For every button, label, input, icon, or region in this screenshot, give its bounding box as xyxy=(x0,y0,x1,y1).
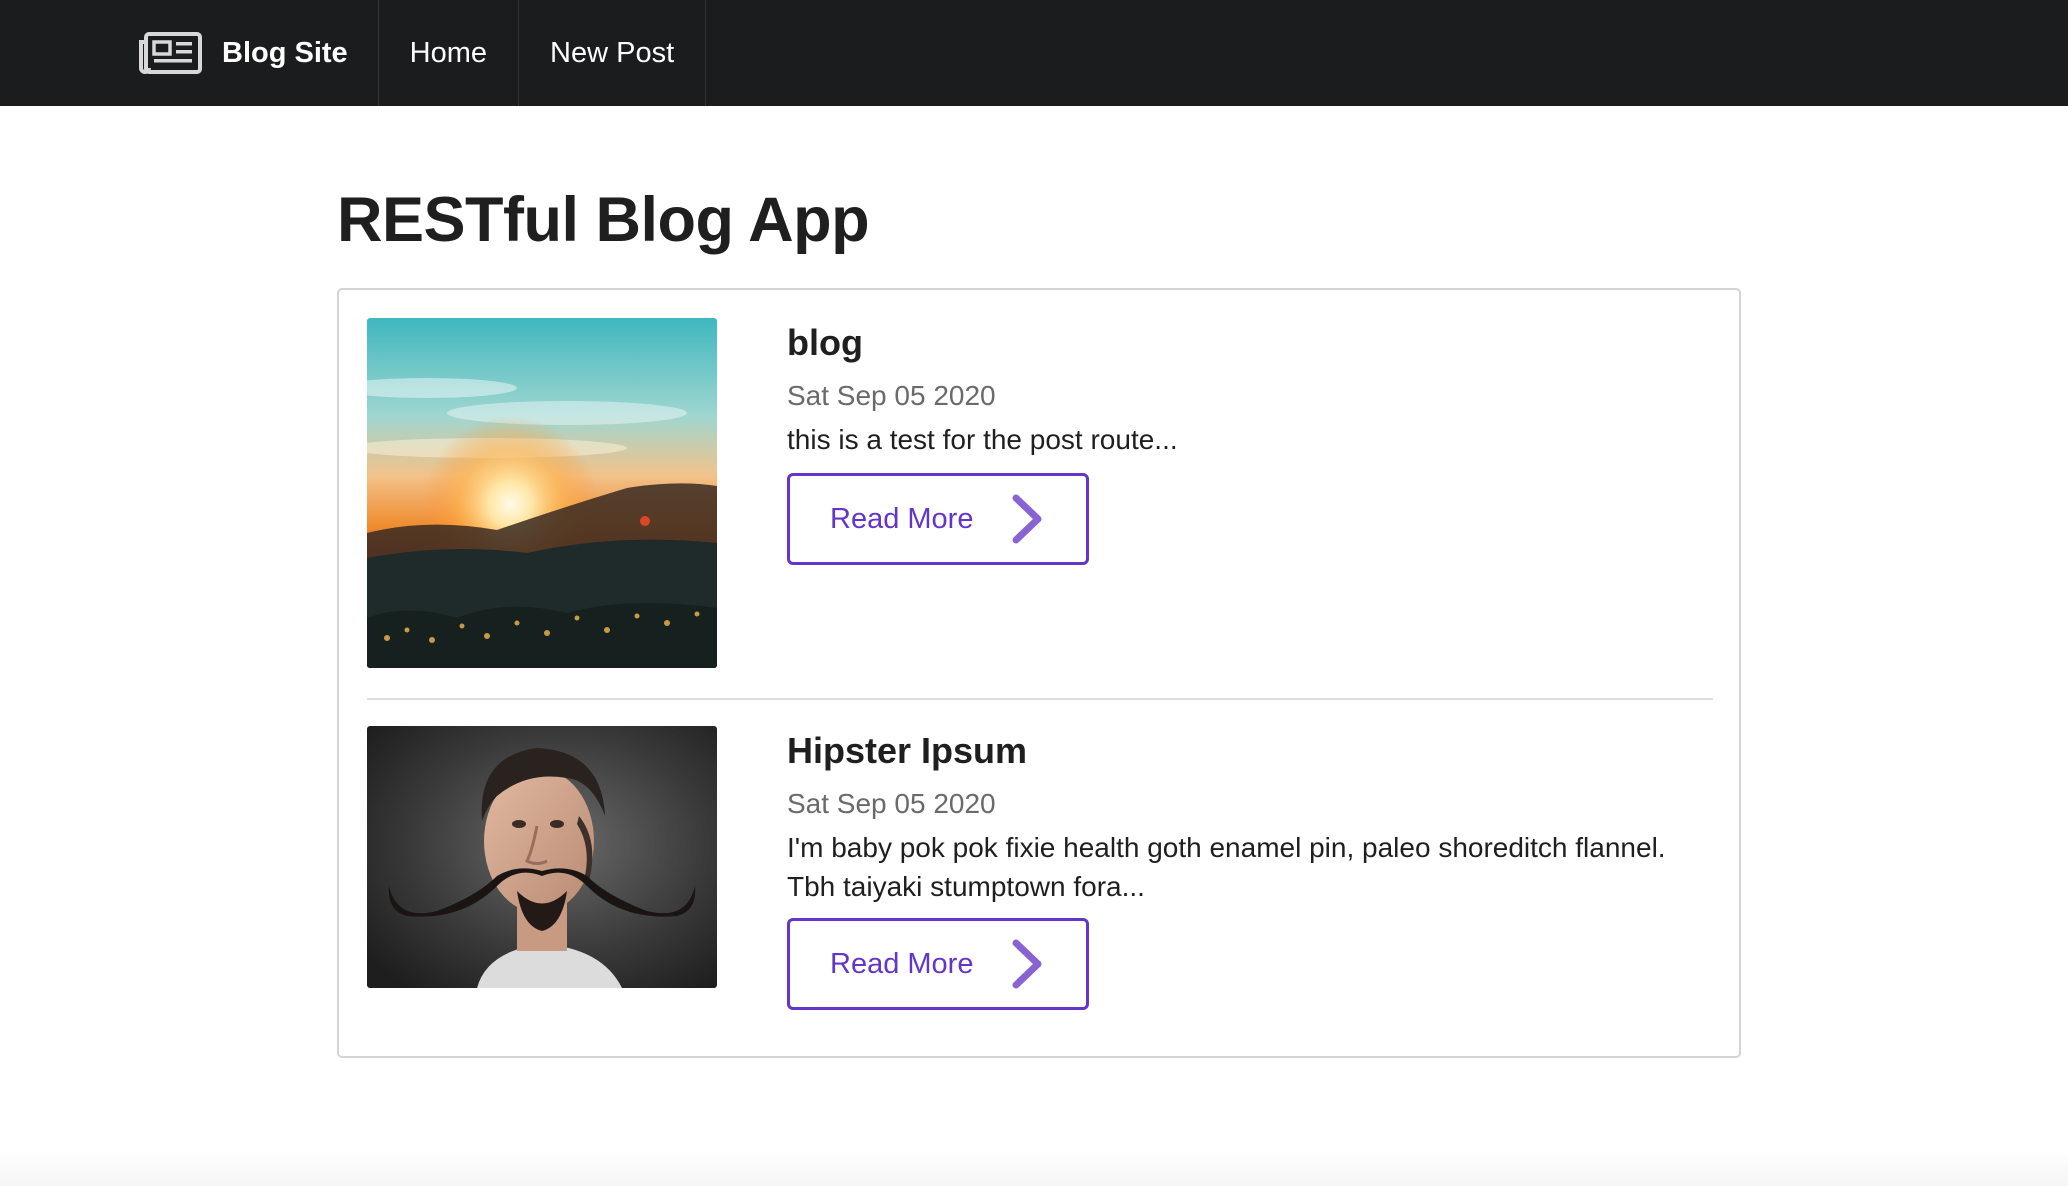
post-date: Sat Sep 05 2020 xyxy=(787,380,996,411)
chevron-right-icon xyxy=(1012,494,1042,544)
post-divider xyxy=(367,698,1713,700)
nav-new-post-link[interactable]: New Post xyxy=(519,0,707,106)
posts-list: blog Sat Sep 05 2020 this is a test for … xyxy=(337,288,1741,1058)
nav-brand[interactable]: Blog Site xyxy=(0,0,379,106)
newspaper-icon xyxy=(139,32,202,74)
page-title: RESTful Blog App xyxy=(337,185,870,255)
post-content: blog Sat Sep 05 2020 this is a test for … xyxy=(787,318,1713,565)
post-item: blog Sat Sep 05 2020 this is a test for … xyxy=(367,318,1713,698)
page-footer-shadow xyxy=(0,1150,2068,1186)
post-date: Sat Sep 05 2020 xyxy=(787,788,996,819)
post-title[interactable]: blog xyxy=(787,318,1713,368)
top-nav: Blog Site Home New Post xyxy=(0,0,2068,106)
sunset-mountains-photo xyxy=(367,318,717,668)
mustache-man-photo xyxy=(367,726,717,988)
post-excerpt: this is a test for the post route... xyxy=(787,424,1178,455)
post-item: Hipster Ipsum Sat Sep 05 2020 I'm baby p… xyxy=(367,726,1713,1036)
read-more-label: Read More xyxy=(830,502,974,535)
post-excerpt: I'm baby pok pok fixie health goth ename… xyxy=(787,832,1666,902)
main-container: RESTful Blog App blog Sat Sep 05 2020 th… xyxy=(337,180,1741,1058)
post-title[interactable]: Hipster Ipsum xyxy=(787,726,1713,776)
read-more-button[interactable]: Read More xyxy=(787,918,1089,1010)
read-more-label: Read More xyxy=(830,947,974,980)
chevron-right-icon xyxy=(1012,939,1042,989)
read-more-button[interactable]: Read More xyxy=(787,473,1089,565)
nav-home-link[interactable]: Home xyxy=(379,0,520,106)
post-image-sunset[interactable] xyxy=(367,318,717,668)
nav-brand-label: Blog Site xyxy=(222,36,348,69)
post-image-mustache[interactable] xyxy=(367,726,717,988)
post-content: Hipster Ipsum Sat Sep 05 2020 I'm baby p… xyxy=(787,726,1713,1010)
